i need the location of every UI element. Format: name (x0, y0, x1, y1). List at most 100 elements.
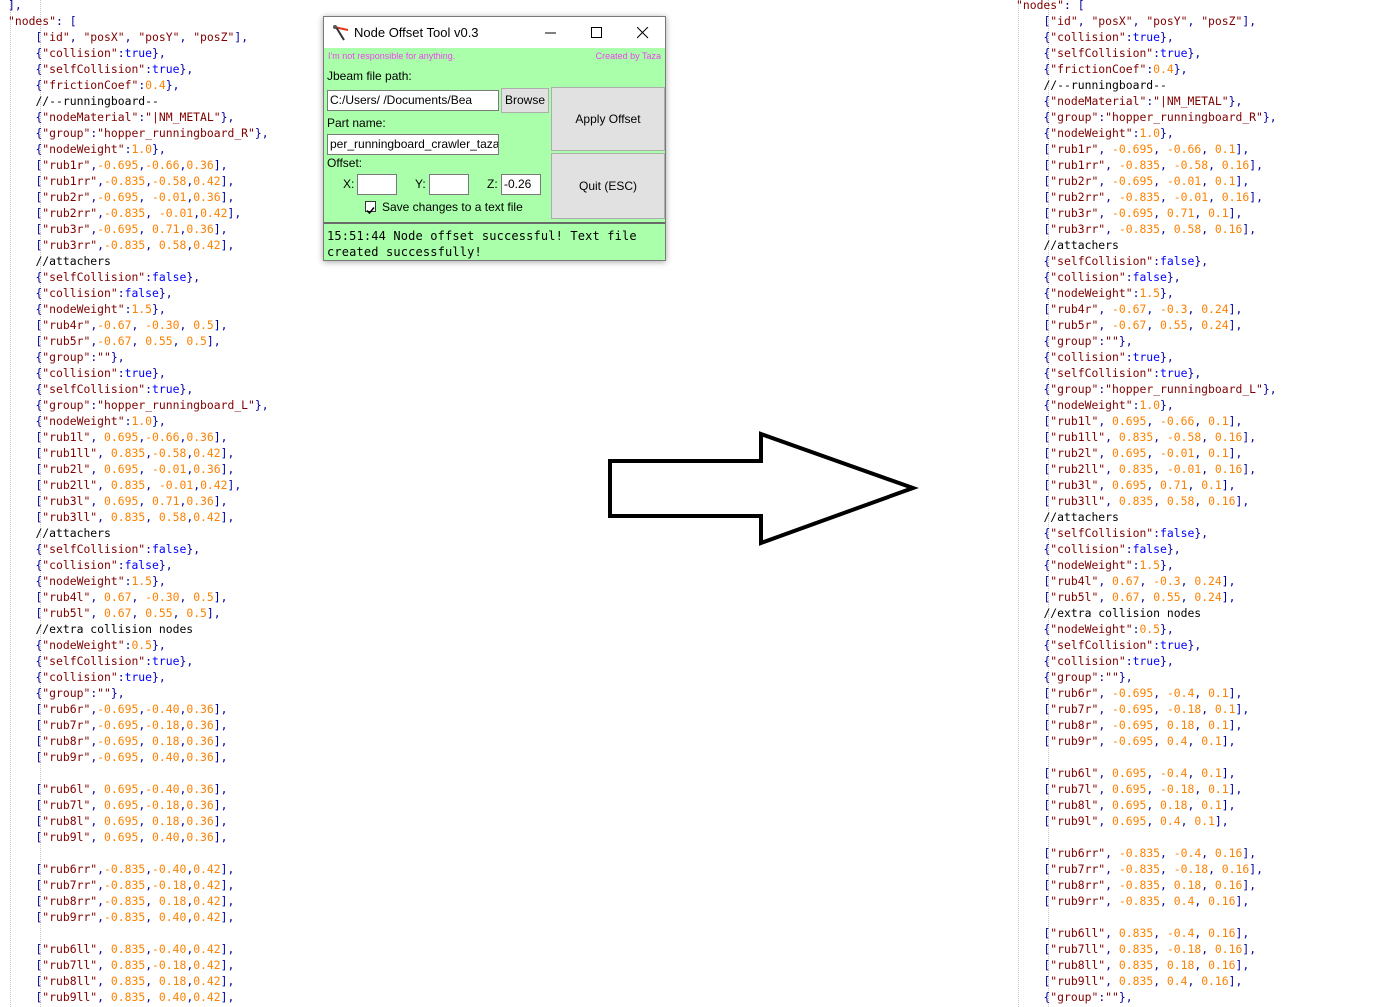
x-label: X: (343, 177, 355, 191)
maximize-icon (591, 27, 602, 38)
code-line: ["rub5r", -0.67, 0.55, 0.24], (1043, 318, 1243, 332)
code-line: {"collision":false}, (1043, 542, 1181, 556)
code-line: ["rub3ll", 0.835, 0.58,0.42], (35, 510, 235, 524)
jbeam-path-input[interactable]: C:/Users/ /Documents/Bea (327, 90, 499, 111)
code-line: ["rub1ll", 0.835, -0.58, 0.16], (1043, 430, 1257, 444)
code-line: ["rub3rr",-0.835, 0.58,0.42], (35, 238, 235, 252)
code-line: ["rub7ll", 0.835,-0.18,0.42], (35, 958, 235, 972)
offset-x-input[interactable] (357, 174, 397, 195)
code-line: {"collision":true}, (1043, 654, 1174, 668)
code-line: {"group":"hopper_runningboard_L"}, (1043, 382, 1277, 396)
code-line: {"frictionCoef":0.4}, (35, 78, 180, 92)
window-title: Node Offset Tool v0.3 (354, 25, 479, 40)
code-line: {"nodeWeight":1.0}, (35, 142, 166, 156)
y-label: Y: (415, 177, 426, 191)
code-line: //--runningboard-- (1043, 78, 1167, 92)
code-line: ["rub8ll", 0.835, 0.18, 0.16], (1043, 958, 1250, 972)
title-bar[interactable]: Node Offset Tool v0.3 (324, 17, 665, 48)
disclaimer-text: I'm not responsible for anything. (328, 51, 456, 61)
code-line: ["rub5l", 0.67, 0.55, 0.5], (35, 606, 221, 620)
code-line: {"group":""}, (35, 350, 125, 364)
code-line: ["rub2l", 0.695, -0.01,0.36], (35, 462, 235, 476)
status-output: 15:51:44 Node offset successful! Text fi… (324, 222, 665, 260)
code-line: ["rub6rr", -0.835, -0.4, 0.16], (1043, 846, 1257, 860)
code-line: ["rub9r", -0.695, 0.4, 0.1], (1043, 734, 1236, 748)
code-line: ["rub1r", -0.695, -0.66, 0.1], (1043, 142, 1250, 156)
code-line: ["rub9ll", 0.835, 0.40,0.42], (35, 990, 235, 1004)
save-changes-label: Save changes to a text file (382, 200, 523, 214)
part-name-label: Part name: (327, 116, 386, 130)
apply-offset-button[interactable]: Apply Offset (551, 87, 665, 151)
code-line: ["rub9rr",-0.835, 0.40,0.42], (35, 910, 235, 924)
code-line: {"collision":true}, (35, 46, 166, 60)
code-line: ["rub2ll", 0.835, -0.01, 0.16], (1043, 462, 1257, 476)
code-line: ["rub6ll", 0.835,-0.40,0.42], (35, 942, 235, 956)
code-line: //attachers (1043, 510, 1119, 524)
offset-label: Offset: (327, 156, 363, 170)
code-line: ["rub3rr", -0.835, 0.58, 0.16], (1043, 222, 1257, 236)
code-line: ["rub4r", -0.67, -0.3, 0.24], (1043, 302, 1243, 316)
code-line: {"nodeWeight":1.5}, (1043, 558, 1174, 572)
part-name-input[interactable]: per_runningboard_crawler_taza (327, 134, 499, 155)
code-line: ["rub8r",-0.695, 0.18,0.36], (35, 734, 228, 748)
code-line: ["rub2r", -0.695, -0.01, 0.1], (1043, 174, 1250, 188)
code-line: ["rub3l", 0.695, 0.71,0.36], (35, 494, 228, 508)
offset-y-input[interactable] (429, 174, 469, 195)
code-line: {"group":"hopper_runningboard_R"}, (35, 126, 269, 140)
offset-z-input[interactable]: -0.26 (501, 174, 541, 195)
code-line: ["rub7rr", -0.835, -0.18, 0.16], (1043, 862, 1263, 876)
code-line: ["rub8rr", -0.835, 0.18, 0.16], (1043, 878, 1257, 892)
code-line: //attachers (35, 526, 111, 540)
code-line: ], (8, 0, 22, 12)
code-line: ["rub1r",-0.695,-0.66,0.36], (35, 158, 228, 172)
code-line: ["id", "posX", "posY", "posZ"], (1043, 14, 1257, 28)
code-line: ["rub3l", 0.695, 0.71, 0.1], (1043, 478, 1236, 492)
code-line: ["rub4r",-0.67, -0.30, 0.5], (35, 318, 228, 332)
code-line: ["rub1rr",-0.835,-0.58,0.42], (35, 174, 235, 188)
code-line: ["rub3ll", 0.835, 0.58, 0.16], (1043, 494, 1250, 508)
code-line: ["rub5l", 0.67, 0.55, 0.24], (1043, 590, 1236, 604)
code-line: ["rub8l", 0.695, 0.18,0.36], (35, 814, 228, 828)
minimize-button[interactable] (527, 17, 573, 48)
code-line: {"selfCollision":true}, (1043, 46, 1202, 60)
right-arrow-icon (608, 431, 919, 546)
code-line: ["rub2ll", 0.835, -0.01,0.42], (35, 478, 242, 492)
browse-button[interactable]: Browse (501, 88, 549, 113)
code-line: ["rub6l", 0.695, -0.4, 0.1], (1043, 766, 1236, 780)
code-line: ["id", "posX", "posY", "posZ"], (35, 30, 249, 44)
code-line: {"group":""}, (1043, 334, 1133, 348)
code-line: {"collision":true}, (1043, 350, 1174, 364)
code-line: {"frictionCoef":0.4}, (1043, 62, 1188, 76)
code-line: ["rub8l", 0.695, 0.18, 0.1], (1043, 798, 1236, 812)
code-line: ["rub5r",-0.67, 0.55, 0.5], (35, 334, 221, 348)
maximize-button[interactable] (573, 17, 619, 48)
code-line: {"nodeWeight":0.5}, (1043, 622, 1174, 636)
code-line: ["rub2rr", -0.835, -0.01, 0.16], (1043, 190, 1263, 204)
code-line: ["rub3r",-0.695, 0.71,0.36], (35, 222, 228, 236)
code-line: {"nodeWeight":1.0}, (1043, 398, 1174, 412)
code-line: ["rub7r", -0.695, -0.18, 0.1], (1043, 702, 1250, 716)
code-line: {"selfCollision":true}, (1043, 638, 1202, 652)
code-line: ["rub8ll", 0.835, 0.18,0.42], (35, 974, 235, 988)
code-line: ["rub1l", 0.695, -0.66, 0.1], (1043, 414, 1243, 428)
code-line: ["rub8rr",-0.835, 0.18,0.42], (35, 894, 235, 908)
transform-arrow (600, 425, 930, 555)
code-line: {"collision":true}, (35, 366, 166, 380)
code-line: {"selfCollision":false}, (35, 542, 201, 556)
code-line: ["rub8r", -0.695, 0.18, 0.1], (1043, 718, 1243, 732)
jbeam-path-label: Jbeam file path: (327, 69, 412, 83)
save-changes-checkbox[interactable] (365, 201, 376, 215)
code-line: ["rub4l", 0.67, -0.3, 0.24], (1043, 574, 1236, 588)
code-line: {"nodeWeight":0.5}, (35, 638, 166, 652)
code-line: {"group":""}, (1043, 670, 1133, 684)
code-line: {"nodeWeight":1.5}, (35, 302, 166, 316)
code-line: ["rub4l", 0.67, -0.30, 0.5], (35, 590, 228, 604)
quit-button[interactable]: Quit (ESC) (551, 153, 665, 219)
code-line: "nodes": [ (8, 14, 77, 28)
code-line: ["rub2r",-0.695, -0.01,0.36], (35, 190, 235, 204)
close-button[interactable] (619, 17, 665, 48)
code-line: {"group":"hopper_runningboard_R"}, (1043, 110, 1277, 124)
code-line: ["rub6r",-0.695,-0.40,0.36], (35, 702, 228, 716)
code-line: {"selfCollision":false}, (1043, 526, 1209, 540)
node-offset-tool-window: Node Offset Tool v0.3 I'm not responsibl… (323, 16, 666, 261)
